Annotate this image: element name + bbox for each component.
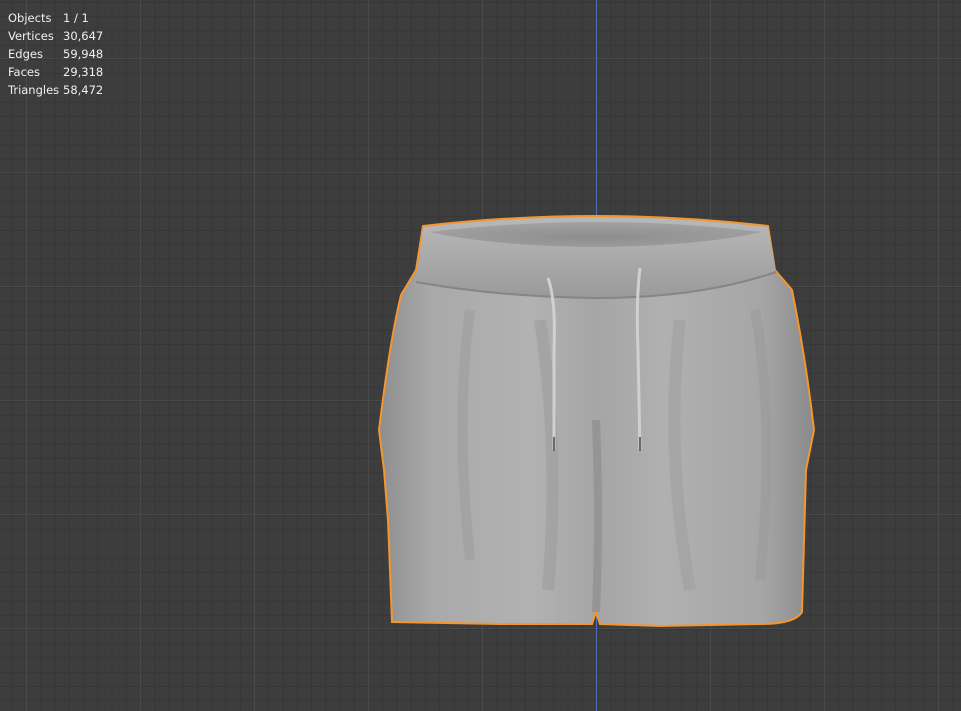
shorts-mesh-object[interactable]	[0, 0, 961, 711]
crotch-shade	[592, 419, 602, 613]
3d-viewport[interactable]: Objects 1 / 1 Vertices 30,647 Edges 59,9…	[0, 0, 961, 711]
